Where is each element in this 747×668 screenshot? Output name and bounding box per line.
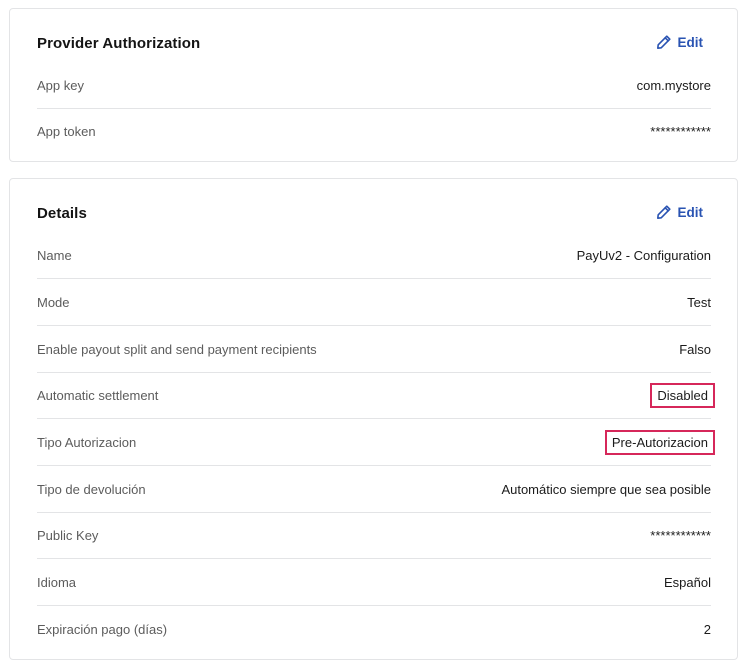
automatic-settlement-row: Automatic settlement Disabled — [37, 372, 715, 419]
row-value: Español — [664, 574, 711, 590]
row-value: Test — [687, 294, 711, 310]
payout-split-row: Enable payout split and send payment rec… — [37, 326, 711, 373]
details-title: Details — [37, 205, 87, 222]
mode-row: Mode Test — [37, 279, 711, 326]
tipo-devolucion-row: Tipo de devolución Automático siempre qu… — [37, 466, 711, 513]
provider-authorization-title: Provider Authorization — [37, 35, 201, 52]
app-key-row: App key com.mystore — [37, 62, 711, 109]
row-label: Public Key — [37, 527, 99, 543]
row-label: Tipo Autorizacion — [37, 434, 137, 450]
row-label: Expiración pago (días) — [37, 621, 168, 637]
details-card: Details Edit Name PayUv2 - Configuration… — [9, 178, 738, 660]
highlighted-value: Disabled — [650, 382, 715, 408]
pencil-icon — [656, 34, 672, 50]
app-token-row: App token ************ — [37, 108, 711, 154]
row-label: Idioma — [37, 574, 77, 590]
edit-label: Edit — [677, 34, 704, 50]
pencil-icon — [656, 204, 672, 220]
row-label: Name — [37, 247, 72, 263]
highlighted-value: Pre-Autorizacion — [604, 429, 716, 455]
row-label: Mode — [37, 294, 70, 310]
row-label: App key — [37, 77, 84, 93]
row-label: App token — [37, 123, 96, 139]
row-value: ************ — [650, 527, 711, 543]
expiracion-pago-row: Expiración pago (días) 2 — [37, 606, 711, 652]
row-value: 2 — [703, 621, 711, 637]
row-value: PayUv2 - Configuration — [576, 247, 711, 263]
row-label: Automatic settlement — [37, 387, 159, 403]
idioma-row: Idioma Español — [37, 559, 711, 606]
row-value: com.mystore — [636, 77, 711, 93]
row-value: Falso — [679, 341, 711, 357]
provider-authorization-edit-button[interactable]: Edit — [656, 34, 704, 50]
public-key-row: Public Key ************ — [37, 512, 711, 559]
tipo-autorizacion-row: Tipo Autorizacion Pre-Autorizacion — [37, 419, 716, 466]
row-value: ************ — [650, 123, 711, 139]
row-value: Automático siempre que sea posible — [501, 481, 711, 497]
provider-authorization-card: Provider Authorization Edit App key com.… — [9, 8, 738, 162]
row-label: Tipo de devolución — [37, 481, 146, 497]
name-row: Name PayUv2 - Configuration — [37, 232, 711, 279]
row-label: Enable payout split and send payment rec… — [37, 341, 317, 357]
edit-label: Edit — [677, 204, 704, 220]
details-edit-button[interactable]: Edit — [656, 204, 704, 220]
